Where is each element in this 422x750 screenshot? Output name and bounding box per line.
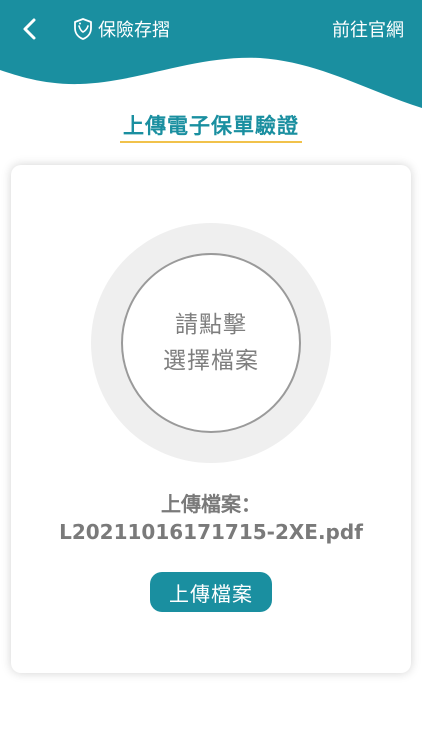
uploaded-file-name: L20211016171715-2XE.pdf (59, 520, 363, 544)
select-prompt-line1: 請點擊 (175, 312, 247, 338)
page-title: 上傳電子保單驗證 (123, 114, 299, 138)
app-title: 保險存摺 (98, 20, 170, 41)
back-chevron-icon (23, 18, 36, 40)
back-button[interactable] (14, 14, 44, 44)
upload-card: 請點擊 選擇檔案 上傳檔案： L20211016171715-2XE.pdf 上… (11, 165, 411, 673)
select-file-circle: 請點擊 選擇檔案 (121, 253, 301, 433)
go-to-website-link[interactable]: 前往官網 (332, 14, 404, 44)
shield-logo-icon (74, 18, 92, 40)
title-underline (120, 141, 302, 143)
app-title-group: 保險存摺 (72, 14, 170, 44)
upload-file-button[interactable]: 上傳檔案 (150, 572, 272, 612)
uploaded-file-label: 上傳檔案： (161, 492, 261, 516)
top-navigation-bar: 保險存摺 前往官網 (0, 0, 422, 110)
select-file-button[interactable]: 請點擊 選擇檔案 (91, 223, 331, 463)
select-prompt-line2: 選擇檔案 (163, 348, 259, 374)
